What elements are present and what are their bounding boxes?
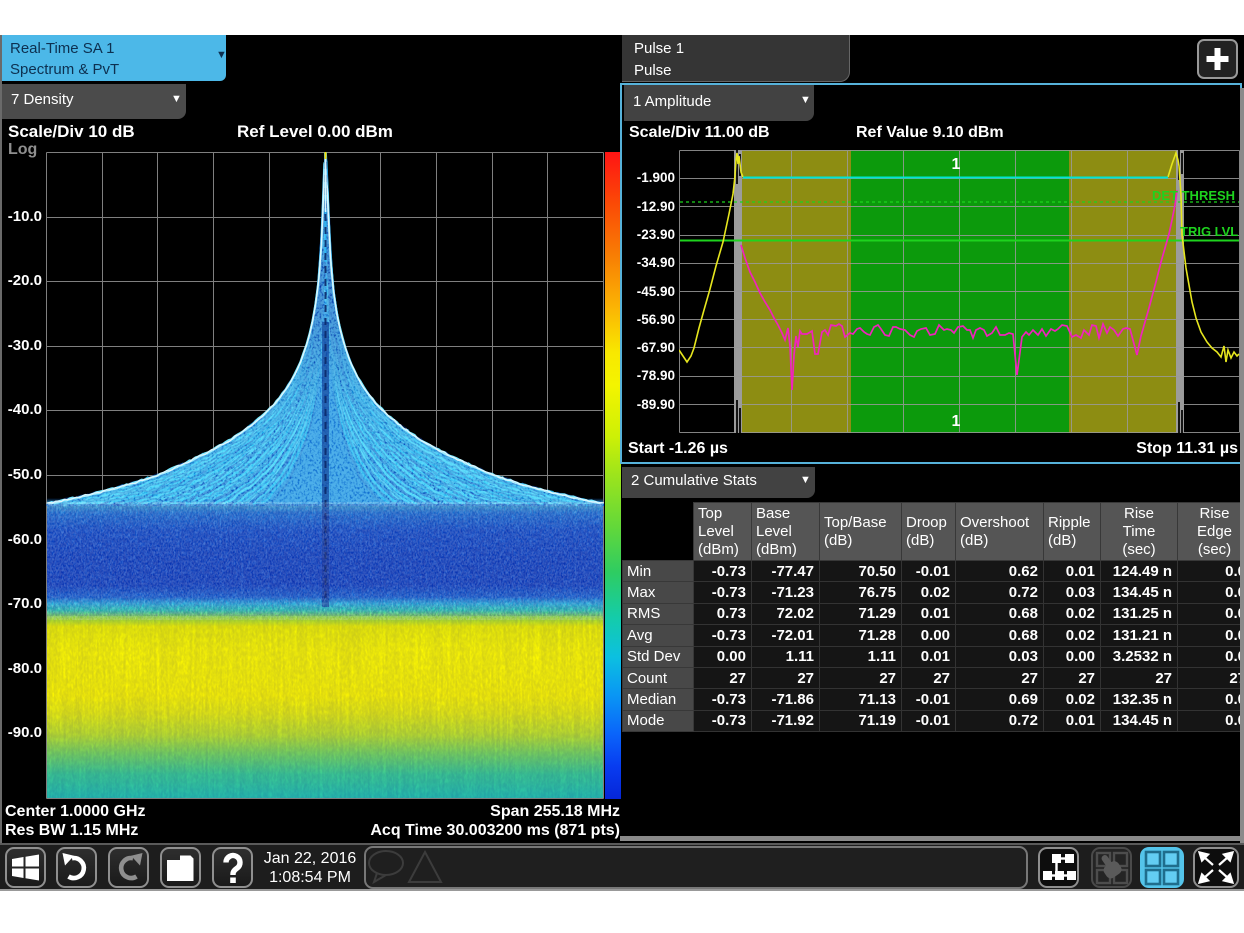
svg-text:1: 1 [952,413,961,430]
svg-text:1: 1 [952,156,961,173]
